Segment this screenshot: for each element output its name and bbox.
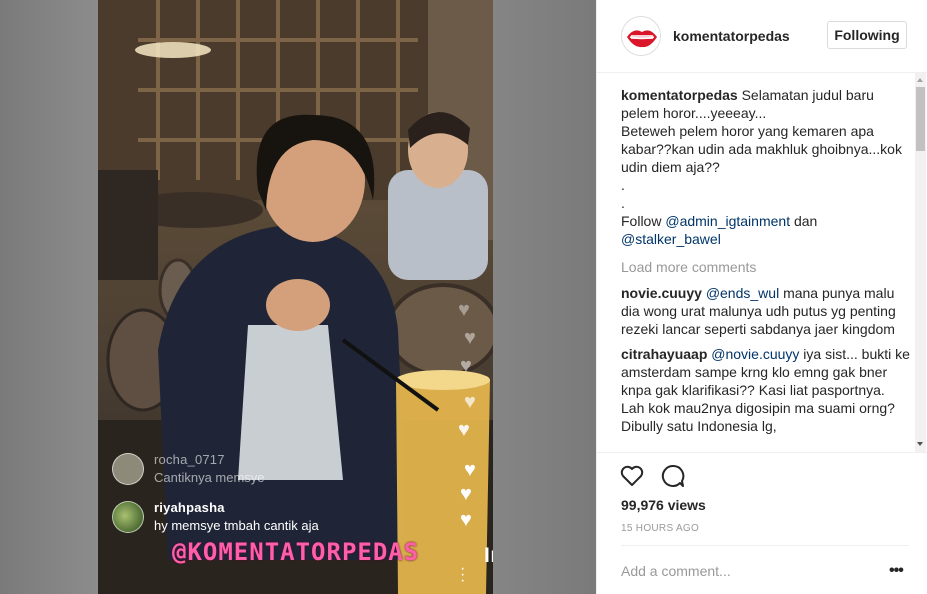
blurred-background-right (493, 0, 596, 594)
floating-hearts: ♥ ♥ ♥ ♥ ♥ ♥ ♥ ♥ (454, 300, 493, 530)
comment-item: novie.cuuyy @ends_wul mana punya malu di… (621, 284, 911, 338)
following-button[interactable]: Following (827, 21, 907, 49)
heart-icon: ♥ (460, 483, 472, 505)
add-comment-input[interactable] (621, 560, 871, 582)
caption-follow-line: Follow @admin_igtainment dan (621, 212, 911, 230)
mention-link[interactable]: @stalker_bawel (621, 230, 911, 248)
vertical-dots-icon[interactable]: · · · (460, 561, 466, 589)
video-frame[interactable]: ♥ ♥ ♥ ♥ ♥ ♥ ♥ ♥ rocha_0717 Cantiknya mem… (98, 0, 493, 594)
heart-icon: ♥ (464, 459, 476, 481)
comments-list: komentatorpedas Selamatan judul baru pel… (621, 86, 911, 452)
live-comment-message: hy memsye tmbah cantik aja (154, 518, 319, 533)
comment-bubble-icon[interactable] (660, 463, 686, 489)
caption: komentatorpedas Selamatan judul baru pel… (621, 86, 911, 248)
heart-icon: ♥ (460, 509, 472, 531)
comment-username[interactable]: citrahayuaap (621, 346, 707, 362)
heart-icon: ♥ (458, 419, 470, 441)
more-options-button[interactable]: ••• (889, 562, 904, 580)
avatar (112, 500, 144, 533)
heart-icon: ♥ (458, 299, 470, 321)
scrollbar-thumb[interactable] (916, 87, 925, 151)
scroll-up-arrow-icon[interactable] (917, 78, 923, 82)
heart-icon: ♥ (464, 327, 476, 349)
mention-link[interactable]: @ends_wul (706, 285, 779, 301)
app-watermark: InShOt (484, 544, 493, 567)
comments-scrollbar[interactable] (915, 73, 926, 453)
scroll-down-arrow-icon[interactable] (917, 442, 923, 446)
post-header: komentatorpedas Following (597, 0, 927, 73)
heart-outline-icon[interactable] (619, 463, 645, 489)
blurred-background-left (0, 0, 98, 594)
post-timestamp: 15 HOURS AGO (621, 523, 700, 534)
views-count: 99,976 views (621, 497, 706, 513)
heart-icon: ♥ (460, 355, 472, 377)
comment-username[interactable]: novie.cuuyy (621, 285, 702, 301)
caption-text: Beteweh pelem horor yang kemaren apa kab… (621, 123, 902, 175)
heart-icon: ♥ (464, 391, 476, 413)
media-panel: ♥ ♥ ♥ ♥ ♥ ♥ ♥ ♥ rocha_0717 Cantiknya mem… (0, 0, 596, 594)
load-more-comments-link[interactable]: Load more comments (621, 258, 911, 276)
lips-logo-icon (623, 18, 660, 55)
live-comment: riyahpasha hy memsye tmbah cantik aja (112, 500, 319, 533)
follow-prefix: Follow (621, 213, 666, 229)
caption-text: . (621, 195, 625, 211)
avatar (112, 452, 144, 485)
live-comment-message: Cantiknya memsye (154, 470, 265, 485)
comment-item: citrahayuaap @novie.cuuyy iya sist... bu… (621, 345, 911, 435)
post-sidebar: komentatorpedas Following komentatorpeda… (596, 0, 927, 594)
mention-link[interactable]: @admin_igtainment (665, 213, 790, 229)
mention-link[interactable]: @novie.cuuyy (711, 346, 799, 362)
post-actions: 99,976 views 15 HOURS AGO ••• (597, 452, 927, 594)
caption-text: . (621, 177, 625, 193)
add-comment-bar: ••• (621, 545, 909, 594)
follow-mid: dan (790, 213, 818, 229)
avatar[interactable] (621, 16, 661, 56)
live-comment-username: rocha_0717 (154, 452, 225, 467)
header-username[interactable]: komentatorpedas (673, 28, 790, 44)
live-comment-username: riyahpasha (154, 500, 225, 515)
caption-username[interactable]: komentatorpedas (621, 87, 738, 103)
live-comment: rocha_0717 Cantiknya memsye (112, 452, 265, 485)
overlay-watermark-handle: @KOMENTATORPEDAS (172, 538, 420, 566)
